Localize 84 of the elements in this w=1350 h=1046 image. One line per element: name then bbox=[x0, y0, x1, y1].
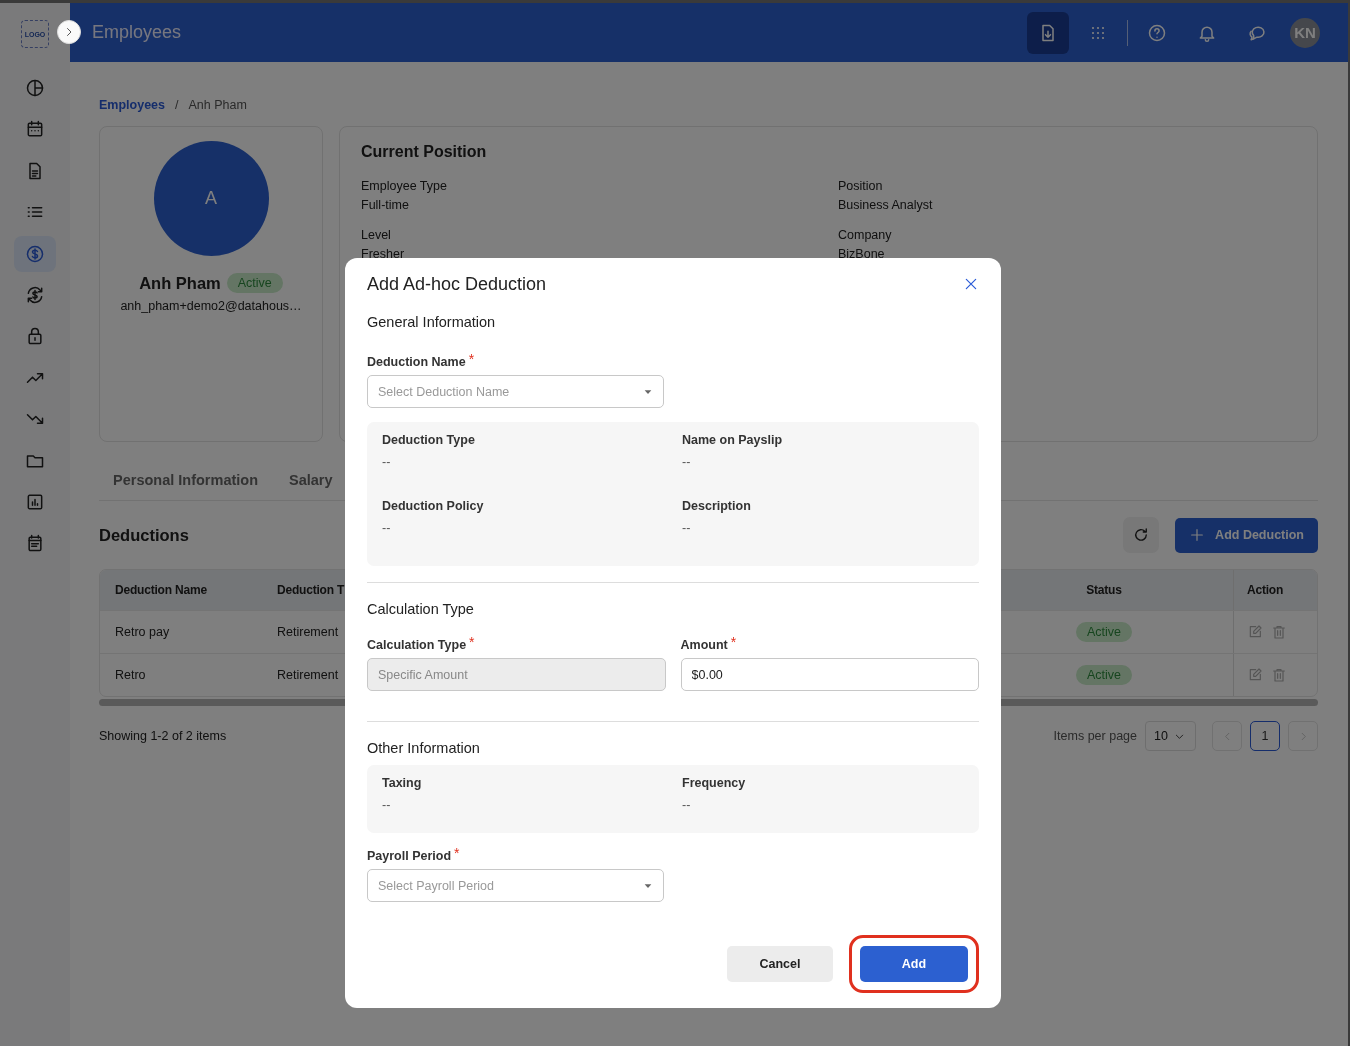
column-header: Deduction T bbox=[277, 583, 345, 597]
tab[interactable]: Personal Information bbox=[99, 460, 276, 500]
column-header: Deduction Name bbox=[115, 583, 207, 597]
info-label: Description bbox=[682, 499, 752, 513]
help-icon bbox=[1147, 22, 1167, 43]
section-title: Deductions bbox=[99, 525, 189, 545]
select-field[interactable]: Select Payroll Period bbox=[367, 869, 664, 902]
info-value: -- bbox=[682, 798, 692, 812]
field-label: Payroll Period bbox=[367, 849, 452, 863]
field-value: BizBone bbox=[838, 247, 886, 261]
refresh-button[interactable] bbox=[1123, 517, 1160, 553]
trash-icon bbox=[1271, 624, 1287, 640]
info-label: Taxing bbox=[382, 776, 423, 790]
dialog-title: Add Ad-hoc Deduction bbox=[367, 273, 548, 295]
required-mark: * bbox=[730, 634, 737, 650]
sidebar-button[interactable] bbox=[14, 235, 56, 272]
table-cell: Retirement bbox=[277, 668, 339, 682]
delete-button[interactable] bbox=[1271, 667, 1287, 683]
download-button[interactable] bbox=[1027, 11, 1069, 54]
field-value: Full-time bbox=[361, 198, 410, 212]
status-badge: Active bbox=[1075, 622, 1132, 642]
dollar-icon bbox=[25, 243, 45, 264]
info-value: -- bbox=[382, 798, 392, 812]
edit-icon bbox=[1247, 667, 1263, 683]
info-value: -- bbox=[382, 455, 392, 469]
edit-button[interactable] bbox=[1247, 624, 1263, 640]
status-badge: Active bbox=[226, 273, 283, 293]
info-label: Deduction Policy bbox=[382, 499, 485, 513]
section-heading: General Information bbox=[367, 313, 497, 332]
input-field[interactable]: $0.00 bbox=[680, 658, 979, 691]
field-label: Calculation Type bbox=[367, 638, 467, 652]
table-cell: Retirement bbox=[277, 625, 339, 639]
delete-button[interactable] bbox=[1271, 624, 1287, 640]
breadcrumb-separator: / bbox=[175, 98, 179, 114]
expand-button[interactable] bbox=[57, 20, 81, 44]
dollar-cycle-icon bbox=[25, 284, 45, 305]
table-cell: Retro pay bbox=[115, 625, 170, 639]
field-value: Fresher bbox=[361, 247, 406, 261]
section-heading: Other Information bbox=[367, 739, 481, 758]
info-value: -- bbox=[682, 521, 692, 535]
add-deduction-button[interactable]: Add Deduction bbox=[1175, 517, 1318, 553]
info-label: Name on Payslip bbox=[682, 433, 784, 447]
pie-chart-icon bbox=[25, 78, 45, 98]
info-value: -- bbox=[382, 521, 392, 535]
info-label: Deduction Type bbox=[382, 433, 476, 447]
select-field[interactable]: Select Deduction Name bbox=[367, 375, 664, 408]
page-button[interactable]: 1 bbox=[1250, 721, 1280, 751]
calendar-list-icon bbox=[25, 533, 45, 554]
required-mark: * bbox=[454, 845, 460, 861]
trash-icon bbox=[1271, 667, 1287, 683]
column-header: Action bbox=[1247, 583, 1284, 597]
edit-icon bbox=[1247, 624, 1263, 640]
page-size-select[interactable]: 10 bbox=[1145, 721, 1196, 751]
pagination-summary: Showing 1-2 of 2 items bbox=[99, 729, 228, 743]
info-label: Frequency bbox=[682, 776, 747, 790]
info-value: -- bbox=[682, 455, 692, 469]
plus-icon bbox=[1189, 527, 1206, 543]
field-label: Position bbox=[838, 179, 884, 193]
page-title: Employees bbox=[92, 22, 183, 43]
employee-name: Anh Pham bbox=[139, 273, 221, 293]
breadcrumb-current: Anh Pham bbox=[188, 98, 247, 114]
table-cell: Retro bbox=[115, 668, 146, 682]
edit-button[interactable] bbox=[1247, 667, 1263, 683]
section-heading: Calculation Type bbox=[367, 600, 475, 619]
column-header: Status bbox=[1086, 583, 1122, 597]
breadcrumb-link[interactable]: Employees bbox=[99, 98, 165, 116]
profile-avatar: A bbox=[153, 141, 269, 256]
status-badge: Active bbox=[1075, 665, 1132, 685]
required-mark: * bbox=[468, 351, 475, 367]
field-label: Level bbox=[361, 228, 392, 242]
field-label: Employee Type bbox=[361, 179, 448, 193]
field-label: Deduction Name bbox=[367, 355, 466, 369]
lock-icon bbox=[25, 326, 45, 347]
field-label: Amount bbox=[680, 638, 728, 652]
card-title: Current Position bbox=[361, 143, 488, 161]
employee-email: anh_pham+demo2@datahous… bbox=[120, 299, 302, 313]
cancel-button[interactable]: Cancel bbox=[727, 946, 833, 982]
add-button[interactable]: Add bbox=[860, 946, 968, 982]
close-button[interactable] bbox=[963, 276, 979, 292]
field-value: Business Analyst bbox=[838, 198, 934, 212]
page-size-label: Items per page bbox=[1053, 729, 1137, 743]
close-icon bbox=[963, 276, 979, 292]
required-mark: * bbox=[469, 634, 475, 650]
field-label: Company bbox=[838, 228, 893, 242]
